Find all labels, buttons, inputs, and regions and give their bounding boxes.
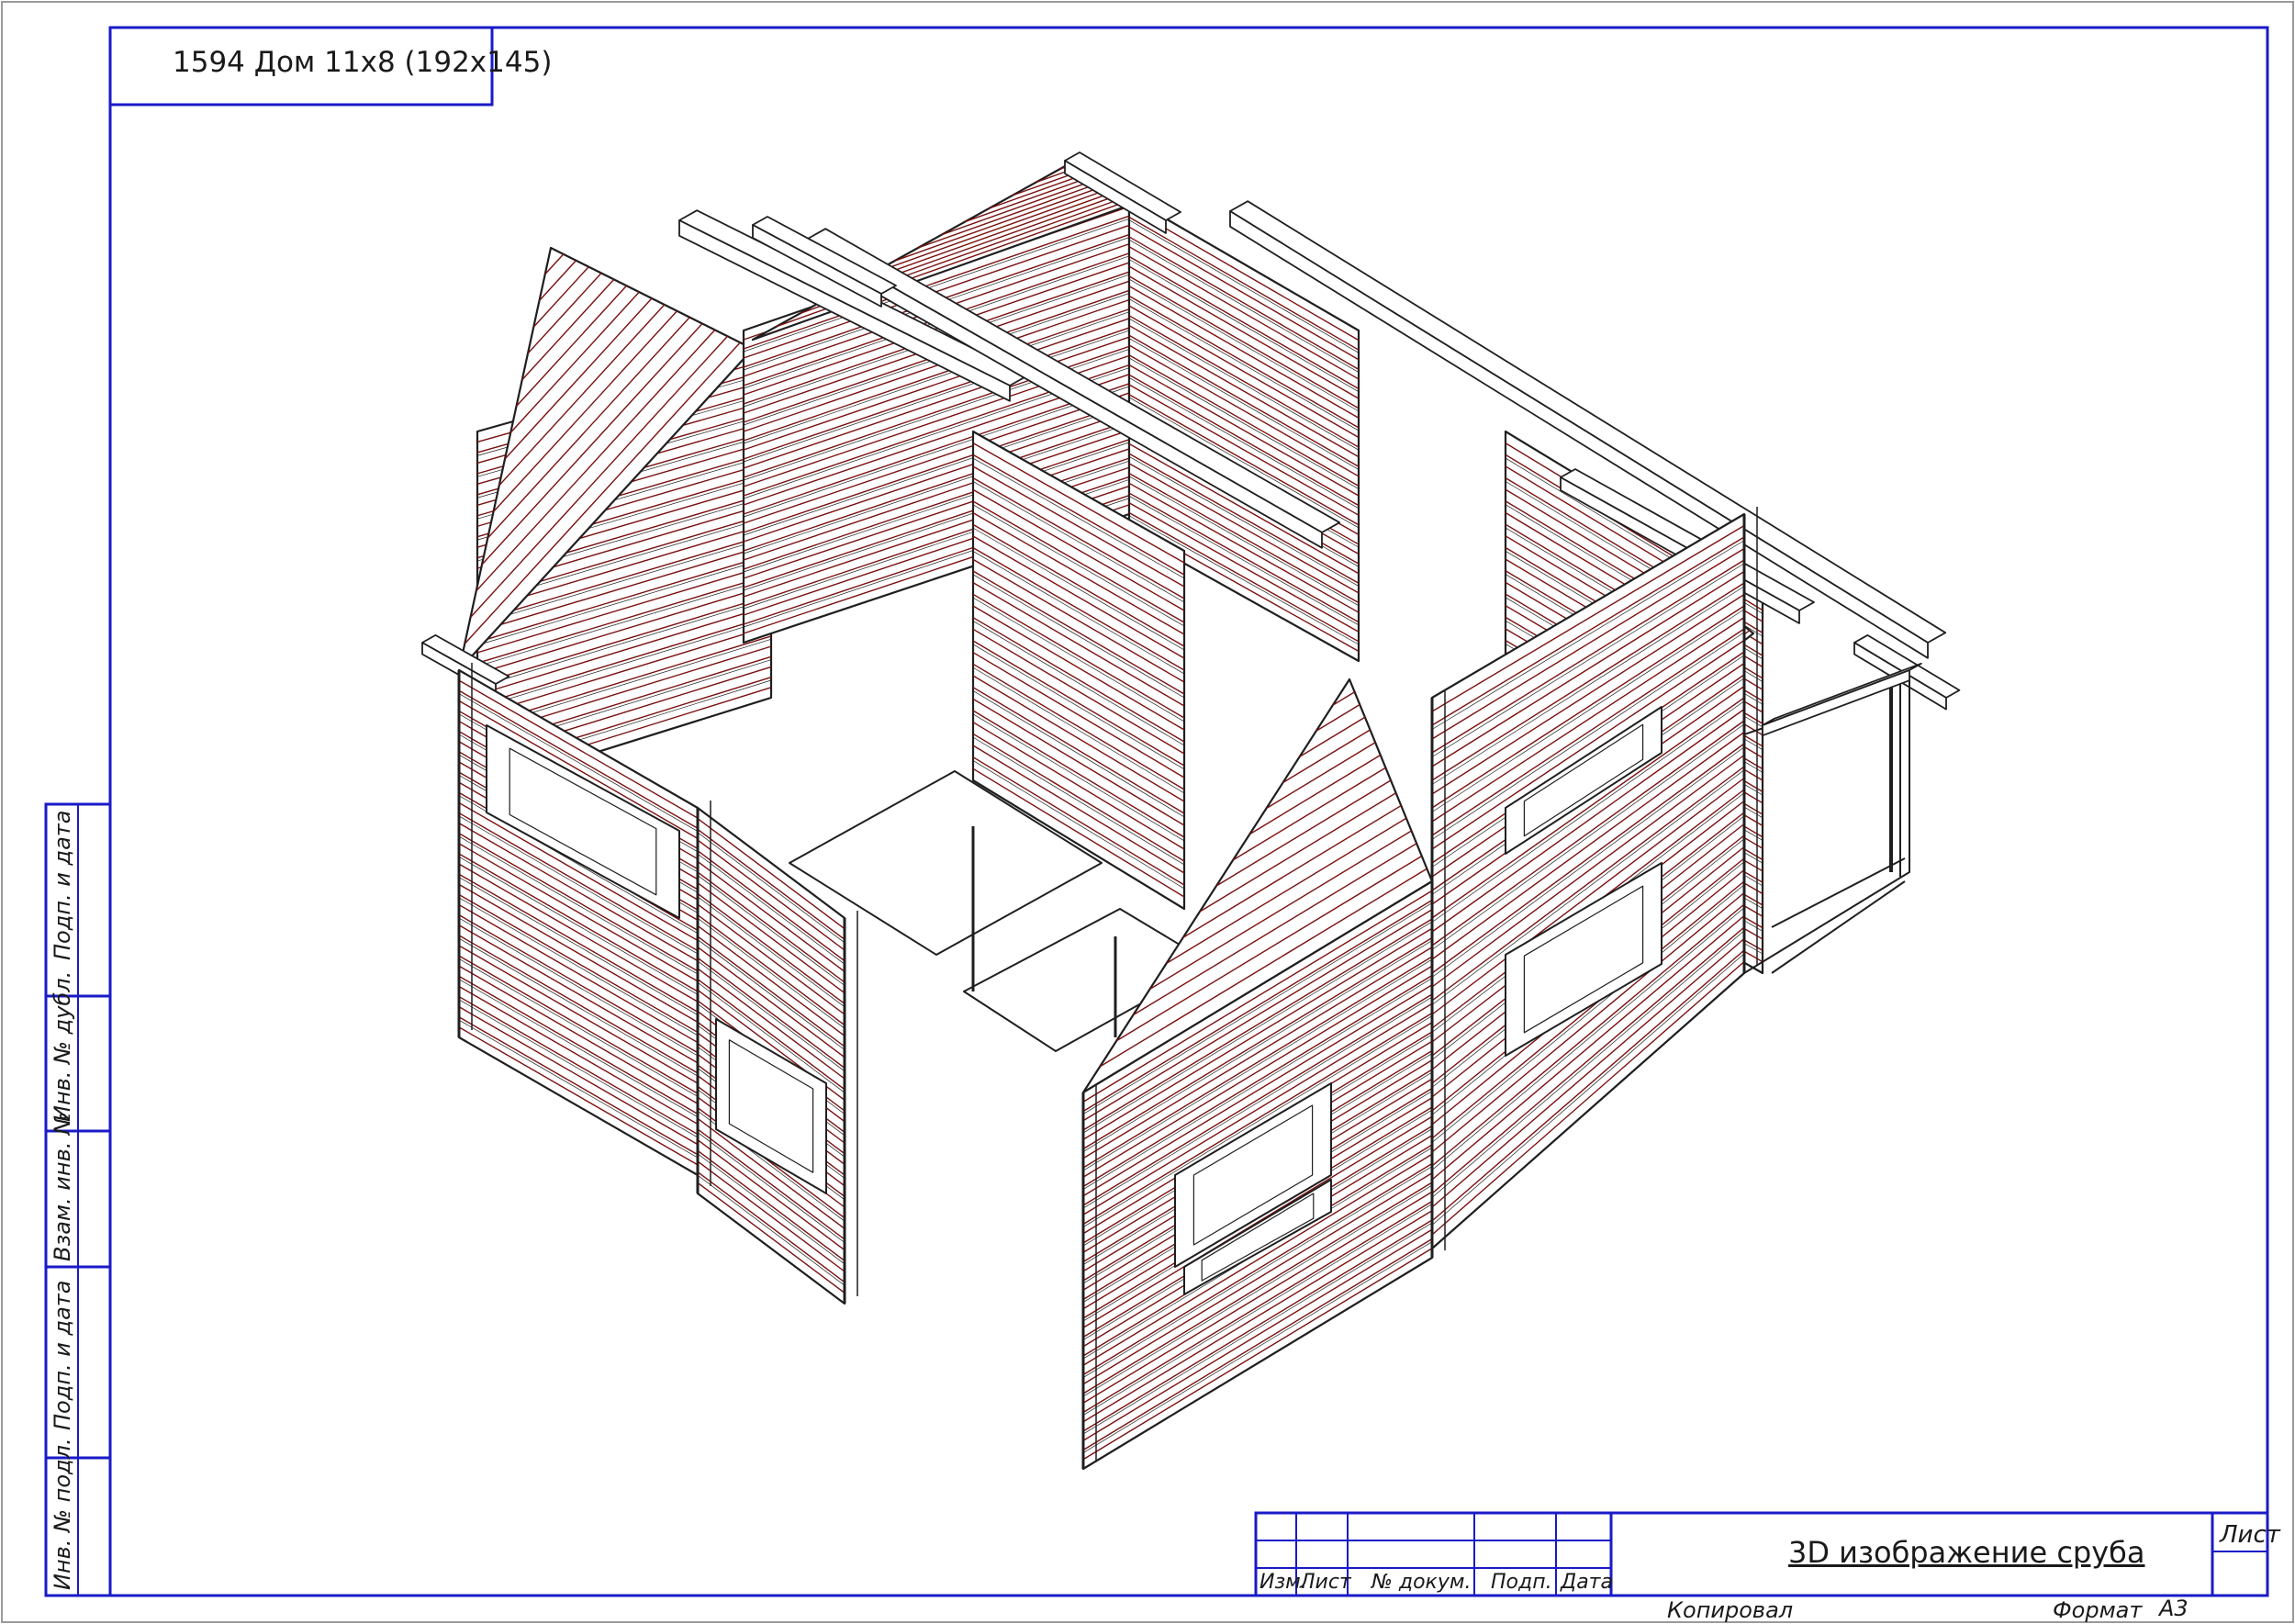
porch-floor-2 <box>1771 880 1906 974</box>
log-house-isometric <box>421 151 1961 1471</box>
sheet-label: Лист <box>2220 1521 2280 1549</box>
header-signature: Подп. <box>1491 1571 1552 1594</box>
stamp-orig-inv: Инв. № подл. <box>50 1438 75 1590</box>
porch-floor-1 <box>1771 857 1906 928</box>
format-label: Формат <box>2053 1597 2143 1623</box>
stamp-replace-inv: Взам. инв. № <box>50 1112 75 1261</box>
header-doc-number: № докум. <box>1371 1571 1472 1594</box>
stamp-sign-date-1: Подп. и дата <box>50 810 75 961</box>
stamp-dup-inv: Инв. № дубл. <box>50 970 75 1122</box>
porch-beam-side <box>1762 669 1910 737</box>
drawing-caption: 3D изображение сруба <box>1788 1535 2145 1570</box>
drawing-sheet <box>1 1 2294 1623</box>
drawing-title: 1594 Дом 11x8 (192x145) <box>173 46 553 79</box>
format-value: А3 <box>2159 1596 2189 1621</box>
header-sheet: Лист <box>1300 1571 1351 1594</box>
copied-label: Копировал <box>1667 1597 1794 1623</box>
stamp-sign-date-2: Подп. и дата <box>50 1280 75 1431</box>
header-date: Дата <box>1561 1571 1613 1594</box>
